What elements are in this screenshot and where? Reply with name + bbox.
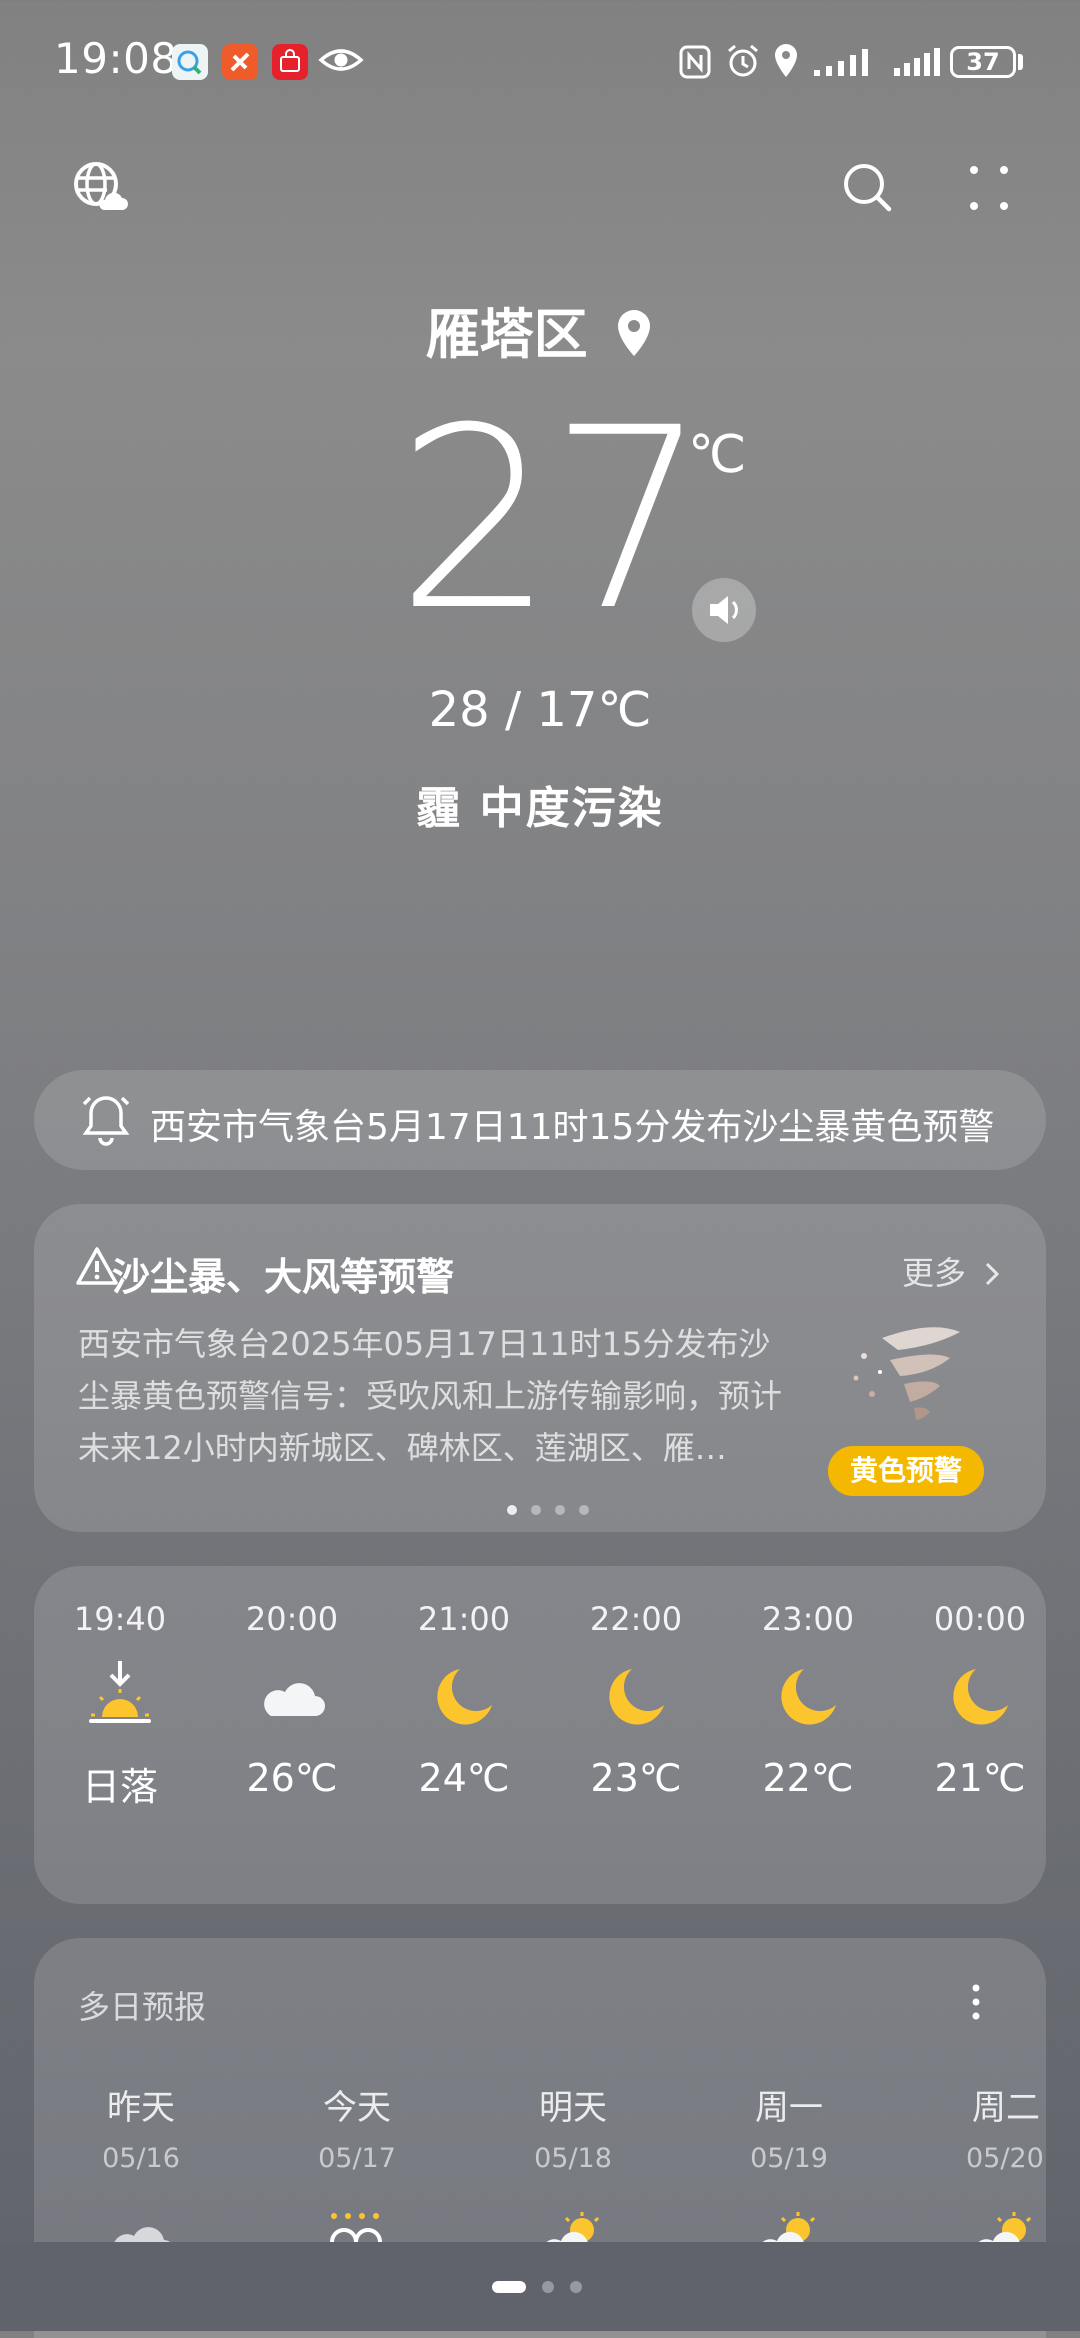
daily-item[interactable]: 昨天 05/16 (56, 2080, 226, 2174)
hour-time: 23:00 (761, 1600, 855, 1638)
yellow-warning-badge: 黄色预警 (828, 1446, 984, 1496)
hour-value: 24℃ (418, 1756, 510, 1800)
speaker-icon (710, 596, 738, 624)
day-name: 周一 (755, 2088, 823, 2128)
daily-item[interactable]: 今天 05/17 (272, 2080, 442, 2174)
sandstorm-icon (853, 1327, 960, 1420)
warning-title: 沙尘暴、大风等预警 (112, 1255, 455, 1299)
ticker-text: 西安市气象台5月17日11时15分发布沙尘暴黄色预警 (150, 1107, 995, 1148)
day-date: 05/18 (534, 2143, 612, 2174)
condition-air-quality[interactable]: 霾 中度污染 (0, 772, 1080, 836)
hourly-item: 19:40 日落 (34, 1600, 206, 1811)
hour-value: 21℃ (934, 1756, 1026, 1800)
shopping-app-icon (272, 44, 308, 80)
moon-icon (609, 1669, 664, 1725)
alert-ticker[interactable]: 西安市气象台5月17日11时15分发布沙尘暴黄色预警 (34, 1070, 1046, 1170)
hour-value: 日落 (81, 1765, 158, 1809)
hour-value: 26℃ (246, 1756, 338, 1800)
day-date: 05/17 (318, 2143, 396, 2174)
battery-indicator: 37 (950, 46, 1016, 78)
sunset-icon (89, 1661, 151, 1723)
partly-cloudy-icon (978, 2212, 1032, 2242)
moon-icon (781, 1669, 836, 1725)
hour-time: 19:40 (73, 1600, 167, 1638)
day-date: 05/16 (102, 2143, 180, 2174)
hourly-item: 22:00 23℃ (550, 1600, 722, 1800)
daily-item[interactable]: 周一 05/19 (704, 2080, 874, 2174)
temperature-unit: ℃ (688, 425, 747, 485)
alarm-icon (728, 44, 758, 77)
cloud-icon (114, 2227, 170, 2242)
status-bar: 19:08 37 (0, 0, 1080, 120)
day-name: 周二 (972, 2088, 1040, 2128)
cell-signal-icon (894, 48, 940, 76)
daily-icons-row (34, 2210, 1046, 2242)
warning-description: 西安市气象台2025年05月17日11时15分发布沙尘暴黄色预警信号：受吹风和上… (78, 1325, 783, 1467)
high-low-temperature: 28 / 17℃ (428, 682, 652, 738)
daily-item[interactable]: 周二 05/20 (920, 2080, 1080, 2174)
globe-cloud-icon[interactable] (72, 160, 128, 216)
status-time: 19:08 (54, 34, 178, 83)
hour-time: 00:00 (933, 1600, 1027, 1638)
notification-app-icon (222, 44, 258, 80)
kebab-menu-icon[interactable] (966, 1982, 986, 2022)
moon-icon (953, 1669, 1008, 1725)
day-name: 昨天 (107, 2088, 175, 2128)
more-menu-icon[interactable] (964, 160, 1014, 216)
speaker-button[interactable] (692, 578, 756, 642)
cloud-icon (264, 1683, 325, 1716)
daily-forecast-title: 多日预报 (78, 1988, 207, 2026)
daily-item[interactable]: 明天 05/18 (488, 2080, 658, 2174)
hour-value: 22℃ (762, 1756, 854, 1800)
hourly-item: 20:00 26℃ (206, 1600, 378, 1800)
hourly-item: 21:00 24℃ (378, 1600, 550, 1800)
more-link[interactable]: 更多 (902, 1248, 1002, 1294)
notification-app-icon (172, 44, 208, 80)
location-title[interactable]: 雁塔区 (0, 290, 1080, 369)
hourly-item: 00:00 21℃ (894, 1600, 1066, 1800)
day-name: 明天 (539, 2088, 607, 2128)
location-name: 雁塔区 (425, 303, 588, 366)
day-name: 今天 (323, 2088, 391, 2128)
day-date: 05/19 (750, 2143, 828, 2174)
carousel-indicator (500, 1500, 596, 1519)
search-icon[interactable] (840, 160, 896, 216)
hour-value: 23℃ (590, 1756, 682, 1800)
partly-cloudy-icon (762, 2212, 816, 2242)
battery-tip (1018, 54, 1023, 70)
more-label: 更多 (902, 1254, 967, 1292)
chevron-right-icon (986, 1262, 1000, 1286)
location-icon (775, 44, 797, 77)
location-pin-icon (618, 310, 651, 356)
partly-cloudy-icon (546, 2212, 600, 2242)
cell-signal-icon (814, 49, 868, 76)
nfc-icon (679, 45, 711, 79)
moon-icon (437, 1669, 492, 1725)
hour-time: 22:00 (589, 1600, 683, 1638)
eye-icon (318, 49, 364, 71)
hourly-item: 23:00 22℃ (722, 1600, 894, 1800)
city-page-indicator[interactable] (484, 2276, 590, 2295)
bell-icon (82, 1096, 130, 1146)
hour-time: 21:00 (417, 1600, 511, 1638)
current-temperature: 27 (396, 374, 708, 665)
day-date: 05/20 (966, 2143, 1044, 2174)
haze-icon (330, 2213, 382, 2242)
hour-time: 20:00 (245, 1600, 339, 1638)
